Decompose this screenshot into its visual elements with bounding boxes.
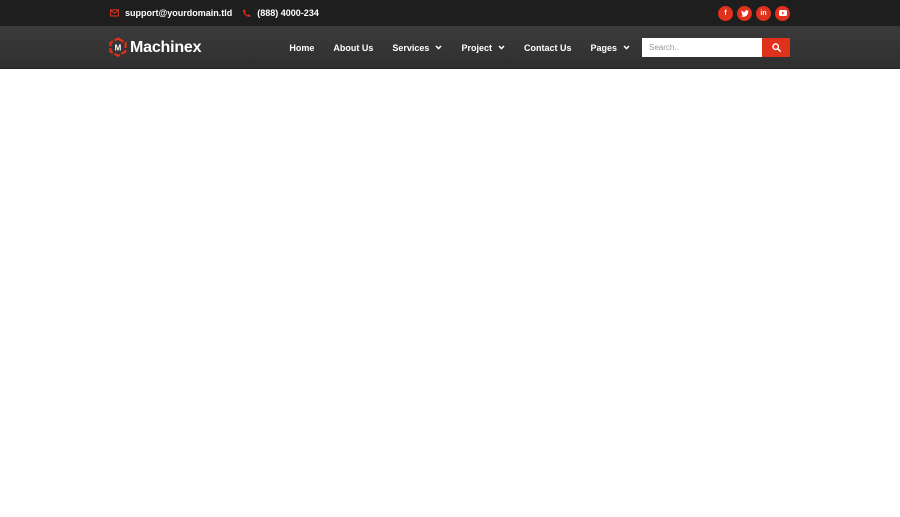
menu-item-label: Home (289, 42, 315, 53)
logo-gear-icon: M (108, 36, 128, 59)
nav-right: Home About Us Services Project Contact U… (289, 38, 790, 57)
menu-item-pages[interactable]: Pages (590, 43, 630, 53)
search-form (642, 38, 790, 57)
chevron-down-icon (498, 45, 505, 50)
youtube-icon (778, 10, 787, 16)
menu-item-label: Contact Us (523, 42, 572, 53)
menu-item-home[interactable]: Home (289, 43, 314, 53)
search-button[interactable] (762, 38, 790, 57)
social-links: f in (718, 5, 790, 21)
twitter-link[interactable] (737, 5, 752, 21)
youtube-link[interactable] (775, 5, 790, 21)
phone-text: (888) 4000-234 (257, 8, 319, 18)
top-bar: support@yourdomain.tld (888) 4000-234 f (0, 0, 900, 26)
search-icon (771, 43, 781, 52)
phone-link[interactable]: (888) 4000-234 (242, 8, 319, 18)
logo-text: Machinex (130, 38, 202, 56)
twitter-icon (740, 9, 749, 17)
menu-item-contact-us[interactable]: Contact Us (524, 43, 572, 53)
chevron-down-icon (623, 45, 630, 50)
menu-item-project[interactable]: Project (461, 43, 505, 53)
svg-text:M: M (115, 43, 122, 52)
search-input[interactable] (642, 38, 762, 57)
menu-item-label: Services (392, 42, 430, 53)
menu-item-label: Pages (590, 42, 617, 53)
chevron-down-icon (435, 45, 442, 50)
site-logo[interactable]: M Machinex (108, 36, 202, 59)
mail-icon (110, 9, 119, 17)
main-navbar: M Machinex Home About Us Services Projec… (0, 26, 900, 69)
menu-item-label: About Us (333, 42, 374, 53)
menu-item-label: Project (461, 42, 492, 53)
menu-item-about-us[interactable]: About Us (333, 43, 373, 53)
navbar-inner: M Machinex Home About Us Services Projec… (108, 26, 790, 69)
top-bar-inner: support@yourdomain.tld (888) 4000-234 f (110, 0, 790, 26)
linkedin-link[interactable]: in (756, 5, 771, 21)
facebook-icon: f (724, 9, 727, 17)
linkedin-icon: in (760, 9, 767, 17)
page-body (0, 70, 900, 517)
email-link[interactable]: support@yourdomain.tld (110, 8, 232, 18)
phone-icon (242, 9, 251, 18)
email-text: support@yourdomain.tld (125, 8, 233, 18)
facebook-link[interactable]: f (718, 5, 733, 21)
contact-info: support@yourdomain.tld (888) 4000-234 (110, 8, 319, 18)
menu-item-services[interactable]: Services (392, 43, 442, 53)
main-menu: Home About Us Services Project Contact U… (289, 43, 642, 53)
